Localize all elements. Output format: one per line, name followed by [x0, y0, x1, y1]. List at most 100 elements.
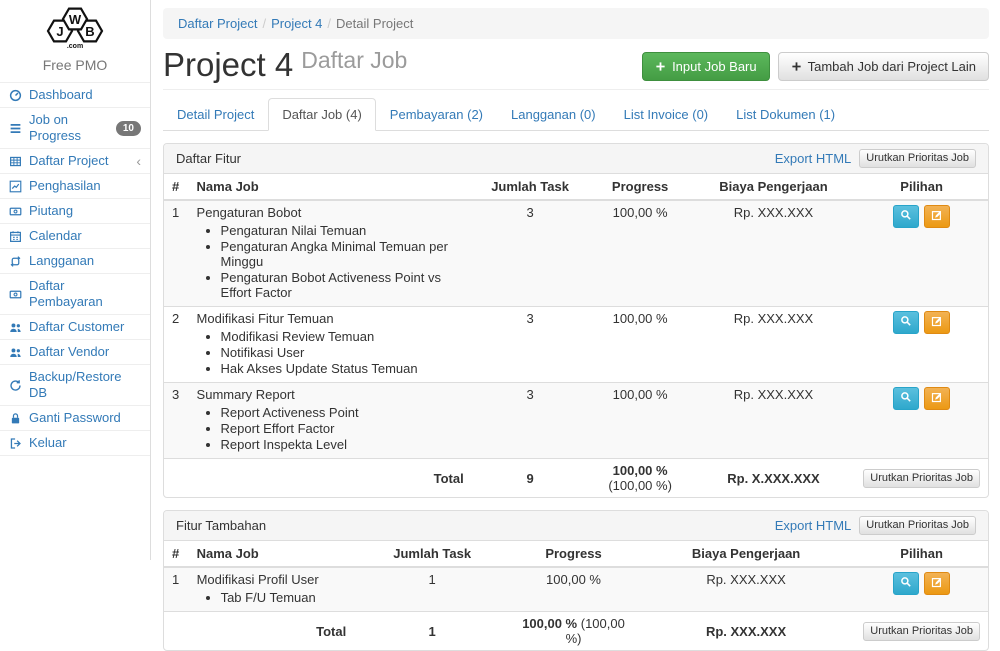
- column-header-pilihan: Pilihan: [855, 174, 988, 200]
- row-number: 2: [164, 307, 189, 383]
- subtask-list: Pengaturan Nilai TemuanPengaturan Angka …: [221, 223, 464, 300]
- sidebar-item-dashboard[interactable]: Dashboard: [0, 83, 150, 108]
- column-header-pilihan: Pilihan: [855, 541, 988, 567]
- sidebar-item-label: Daftar Vendor: [29, 344, 109, 360]
- sort-priority-button[interactable]: Urutkan Prioritas Job: [863, 622, 980, 641]
- view-job-button[interactable]: [893, 387, 919, 410]
- edit-job-button[interactable]: [924, 311, 950, 334]
- progress-cell: 100,00 %: [588, 307, 691, 383]
- biaya-cell: Rp. XXX.XXX: [637, 567, 855, 612]
- column-header-: #: [164, 174, 189, 200]
- sidebar-item-daftar-pembayaran[interactable]: Daftar Pembayaran: [0, 274, 150, 315]
- users-icon: [9, 321, 23, 334]
- search-icon: [900, 576, 912, 591]
- breadcrumb: Daftar Project/Project 4/Detail Project: [163, 8, 989, 39]
- sidebar-item-label: Job on Progress: [29, 112, 110, 144]
- brand-text: Free PMO: [0, 54, 150, 82]
- subtask-list: Tab F/U Temuan: [221, 590, 347, 605]
- edit-job-button[interactable]: [924, 572, 950, 595]
- total-row: Total 9 100,00 % (100,00 %) Rp. X.XXX.XX…: [164, 459, 988, 498]
- total-label: Total: [189, 459, 472, 498]
- panel-title: Fitur Tambahan: [176, 518, 266, 533]
- tab-detail-project[interactable]: Detail Project: [163, 98, 268, 131]
- sidebar-item-piutang[interactable]: Piutang: [0, 199, 150, 224]
- job-name: Modifikasi Profil User: [197, 572, 347, 588]
- jumlah-task-cell: 3: [472, 383, 589, 459]
- sidebar-item-label: Keluar: [29, 435, 67, 451]
- sidebar-item-job-on-progress[interactable]: Job on Progress 10: [0, 108, 150, 149]
- sidebar-item-daftar-project[interactable]: Daftar Project ‹: [0, 149, 150, 174]
- panels-container: Daftar Fitur Export HTML Urutkan Priorit…: [163, 143, 989, 651]
- sidebar-item-ganti-password[interactable]: Ganti Password: [0, 406, 150, 431]
- sidebar-item-label: Calendar: [29, 228, 82, 244]
- money-icon: [9, 205, 23, 218]
- panel-heading: Fitur Tambahan Export HTML Urutkan Prior…: [164, 511, 988, 541]
- table-row: 1 Modifikasi Profil User Tab F/U Temuan …: [164, 567, 988, 612]
- edit-job-button[interactable]: [924, 205, 950, 228]
- page-header: Project 4 Daftar Job Input Job Baru Tamb…: [163, 47, 989, 90]
- job-table: #Nama JobJumlah TaskProgressBiaya Penger…: [164, 541, 988, 650]
- edit-job-button[interactable]: [924, 387, 950, 410]
- progress-cell: 100,00 %: [510, 567, 637, 612]
- biaya-cell: Rp. XXX.XXX: [692, 307, 855, 383]
- column-header-: #: [164, 541, 189, 567]
- panel-heading: Daftar Fitur Export HTML Urutkan Priorit…: [164, 144, 988, 174]
- sidebar-item-label: Daftar Project: [29, 153, 108, 169]
- subtask-list: Report Activeness PointReport Effort Fac…: [221, 405, 464, 452]
- total-progress-note: (100,00 %): [608, 478, 672, 493]
- sidebar-item-calendar[interactable]: Calendar: [0, 224, 150, 249]
- sidebar-item-daftar-vendor[interactable]: Daftar Vendor: [0, 340, 150, 365]
- tab-daftar-job-4[interactable]: Daftar Job (4): [268, 98, 375, 131]
- sidebar-item-label: Daftar Pembayaran: [29, 278, 141, 310]
- plus-icon: [655, 61, 666, 72]
- panel-daftar-fitur: Daftar Fitur Export HTML Urutkan Priorit…: [163, 143, 989, 498]
- view-job-button[interactable]: [893, 311, 919, 334]
- sidebar-item-daftar-customer[interactable]: Daftar Customer: [0, 315, 150, 340]
- progress-cell: 100,00 %: [588, 200, 691, 307]
- input-job-baru-button[interactable]: Input Job Baru: [642, 52, 770, 81]
- sidebar-item-penghasilan[interactable]: Penghasilan: [0, 174, 150, 199]
- breadcrumb-daftar-project[interactable]: Daftar Project: [178, 16, 257, 31]
- jumlah-task-cell: 3: [472, 200, 589, 307]
- subtask-item: Pengaturan Bobot Activeness Point vs Eff…: [221, 270, 464, 300]
- tab-langganan-0[interactable]: Langganan (0): [497, 98, 610, 131]
- panel-title: Daftar Fitur: [176, 151, 241, 166]
- page-subtitle: Daftar Job: [301, 47, 407, 74]
- subtask-item: Report Activeness Point: [221, 405, 464, 420]
- sidebar-item-langganan[interactable]: Langganan: [0, 249, 150, 274]
- logo-com-text: .com: [67, 43, 83, 50]
- sort-priority-button[interactable]: Urutkan Prioritas Job: [859, 149, 976, 168]
- sidebar-item-backup-restore-db[interactable]: Backup/Restore DB: [0, 365, 150, 406]
- plus-icon: [791, 61, 802, 72]
- biaya-cell: Rp. XXX.XXX: [692, 200, 855, 307]
- sidebar-item-label: Langganan: [29, 253, 94, 269]
- sidebar-menu: Dashboard Job on Progress 10 Daftar Proj…: [0, 82, 150, 456]
- export-html-link[interactable]: Export HTML: [775, 518, 852, 533]
- tab-pembayaran-2[interactable]: Pembayaran (2): [376, 98, 497, 131]
- table-icon: [9, 155, 23, 168]
- search-icon: [900, 391, 912, 406]
- total-label: Total: [189, 612, 355, 651]
- tambah-job-dari-project-lain-button[interactable]: Tambah Job dari Project Lain: [778, 52, 989, 81]
- tab-list-dokumen-1[interactable]: List Dokumen (1): [722, 98, 849, 131]
- subtask-item: Report Effort Factor: [221, 421, 464, 436]
- sort-priority-button[interactable]: Urutkan Prioritas Job: [859, 516, 976, 535]
- logo-letter-j: J: [56, 24, 63, 39]
- biaya-cell: Rp. XXX.XXX: [692, 383, 855, 459]
- total-cost: Rp. XXX.XXX: [637, 612, 855, 651]
- export-html-link[interactable]: Export HTML: [775, 151, 852, 166]
- progress-icon: [9, 122, 23, 135]
- subtask-item: Hak Akses Update Status Temuan: [221, 361, 464, 376]
- column-header-progress: Progress: [588, 174, 691, 200]
- count-badge: 10: [116, 121, 141, 136]
- view-job-button[interactable]: [893, 205, 919, 228]
- sidebar-item-keluar[interactable]: Keluar: [0, 431, 150, 456]
- breadcrumb-project-4[interactable]: Project 4: [271, 16, 322, 31]
- breadcrumb-detail-project: Detail Project: [336, 16, 413, 31]
- sort-priority-button[interactable]: Urutkan Prioritas Job: [863, 469, 980, 488]
- view-job-button[interactable]: [893, 572, 919, 595]
- header-buttons: Input Job Baru Tambah Job dari Project L…: [642, 52, 989, 81]
- sidebar-item-label: Backup/Restore DB: [29, 369, 141, 401]
- tab-list-invoice-0[interactable]: List Invoice (0): [610, 98, 723, 131]
- edit-icon: [931, 576, 943, 591]
